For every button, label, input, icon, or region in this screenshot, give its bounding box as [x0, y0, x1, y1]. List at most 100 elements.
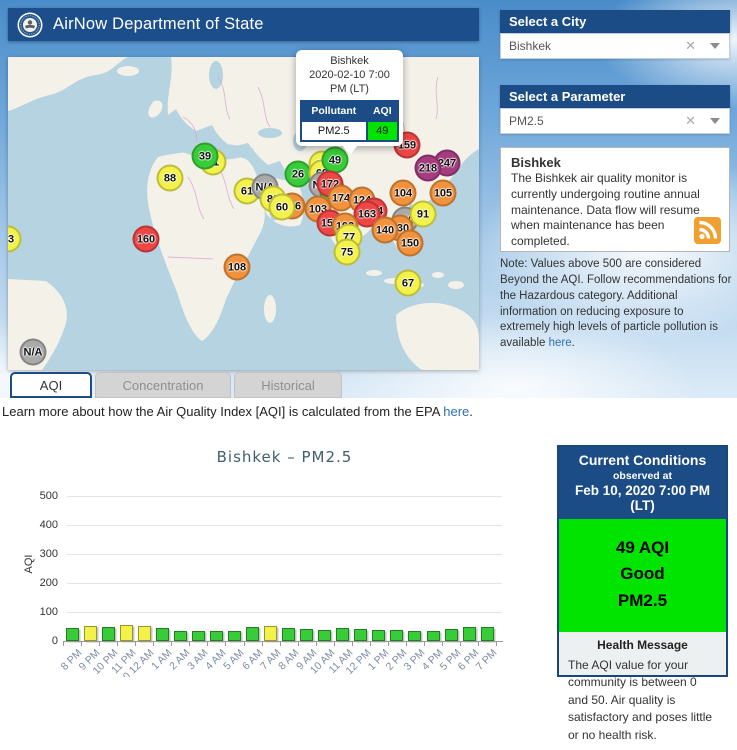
tab-historical[interactable]: Historical [234, 372, 342, 398]
map-marker-39[interactable]: 39 [192, 143, 219, 170]
learn-more-line: Learn more about how the Air Quality Ind… [2, 404, 473, 419]
chart-bar-8-pm[interactable] [66, 628, 79, 641]
map-marker-60[interactable]: 60 [269, 194, 296, 221]
map-marker-53[interactable]: 53 [8, 226, 22, 253]
cc-parameter: PM2.5 [559, 588, 726, 614]
map-marker-105[interactable]: 105 [430, 180, 457, 207]
city-info-box: Bishkek The Bishkek air quality monitor … [500, 147, 730, 252]
chart-bar-7-am[interactable] [264, 626, 277, 641]
state-department-seal-icon [17, 12, 43, 38]
world-map[interactable]: 51398853160N/A10861N/A106886026826949N/A… [8, 57, 479, 370]
note-suffix: . [572, 337, 575, 349]
popup-pollutant-value: PM2.5 [302, 122, 366, 140]
city-clear-icon[interactable]: ✕ [685, 38, 696, 54]
chart-x-tick-11 [262, 641, 263, 646]
note-text: Note: Values above 500 are considered Be… [500, 258, 731, 349]
chart-bar-4-pm[interactable] [427, 631, 440, 641]
select-parameter-header: Select a Parameter [500, 85, 730, 108]
parameter-clear-icon[interactable]: ✕ [685, 113, 696, 129]
popup-col-aqi: AQI [368, 102, 397, 120]
popup-table: Pollutant AQI PM2.5 49 [300, 100, 399, 142]
chart-bar-10-pm[interactable] [102, 627, 115, 641]
popup-datetime2: PM (LT) [300, 83, 399, 97]
parameter-caret-icon[interactable] [710, 118, 720, 124]
learn-more-text: Learn more about how the Air Quality Ind… [2, 404, 443, 419]
chart-bar-3-am[interactable] [192, 631, 205, 641]
chart-bar-4-am[interactable] [210, 631, 223, 641]
map-marker-218[interactable]: 218 [415, 155, 442, 182]
cc-aqi-block: 49 AQI Good PM2.5 [559, 519, 726, 632]
chart-x-tick-2 [99, 641, 100, 646]
map-marker-108[interactable]: 108 [224, 254, 251, 281]
chart-bar-5-pm[interactable] [445, 629, 458, 641]
chart-bar-7-pm[interactable] [481, 627, 494, 641]
city-select-value: Bishkek [509, 39, 685, 53]
popup-aqi-value: 49 [368, 122, 397, 140]
map-marker-160[interactable]: 160 [133, 226, 160, 253]
chart-x-tick-5 [153, 641, 154, 646]
map-marker-75[interactable]: 75 [334, 239, 361, 266]
chart-bar-5-am[interactable] [228, 631, 241, 641]
chart-bar-10-am[interactable] [318, 630, 331, 641]
rss-icon[interactable] [694, 217, 721, 244]
tab-aqi[interactable]: AQI [10, 372, 92, 398]
chart-bar-6-am[interactable] [246, 627, 259, 641]
chart-x-tick-16 [352, 641, 353, 646]
chart-x-tick-20 [424, 641, 425, 646]
app-header: AirNow Department of State [8, 8, 479, 41]
cc-category: Good [559, 561, 726, 587]
chart-x-tick-15 [334, 641, 335, 646]
chart-bar-3-pm[interactable] [408, 631, 421, 641]
chart-y-tick-0: 0 [14, 635, 58, 647]
chart-bar-8-am[interactable] [282, 628, 295, 641]
city-select[interactable]: Bishkek ✕ [500, 33, 730, 59]
chart-x-tick-22 [460, 641, 461, 646]
info-city-title: Bishkek [511, 155, 719, 170]
chart-bar-6-pm[interactable] [463, 627, 476, 641]
chart-x-tick-9 [225, 641, 226, 646]
chart-bar-11-pm[interactable] [120, 625, 133, 641]
map-marker-150[interactable]: 150 [397, 230, 424, 257]
aqi-bar-chart: Bishkek – PM2.5 AQI 01002003004005008 PM… [0, 430, 556, 677]
chart-bar-1-am[interactable] [156, 628, 169, 641]
learn-more-here-link[interactable]: here [443, 404, 469, 419]
tab-concentration[interactable]: Concentration [95, 372, 231, 398]
parameter-select-value: PM2.5 [509, 114, 685, 128]
chart-y-tick-100: 100 [14, 606, 58, 618]
chart-x-tick-21 [442, 641, 443, 646]
select-city-header: Select a City [500, 10, 730, 33]
chart-bar-11-am[interactable] [336, 628, 349, 641]
popup-pointer [342, 145, 358, 155]
city-caret-icon[interactable] [710, 43, 720, 49]
chart-bar-12-pm[interactable] [354, 629, 367, 641]
current-conditions-panel: Current Conditions observed at Feb 10, 2… [557, 445, 728, 677]
map-marker-91[interactable]: 91 [410, 201, 437, 228]
chart-bar-1-pm[interactable] [372, 630, 385, 641]
map-marker-140[interactable]: 140 [372, 217, 399, 244]
map-marker-104[interactable]: 104 [390, 180, 417, 207]
map-marker-26[interactable]: 26 [285, 161, 312, 188]
chart-bar-9-am[interactable] [300, 629, 313, 641]
parameter-select[interactable]: PM2.5 ✕ [500, 108, 730, 134]
map-marker-88[interactable]: 88 [157, 165, 184, 192]
chart-x-tick-17 [370, 641, 371, 646]
popup-col-pollutant: Pollutant [302, 102, 366, 120]
cc-observed-time: Feb 10, 2020 7:00 PM (LT) [561, 483, 724, 513]
chart-x-tick-8 [207, 641, 208, 646]
chart-y-tick-300: 300 [14, 548, 58, 560]
chart-y-tick-200: 200 [14, 577, 58, 589]
chart-gridline-400 [67, 525, 502, 526]
chart-bar-2-am[interactable] [174, 631, 187, 641]
beyond-aqi-note: Note: Values above 500 are considered Be… [500, 257, 733, 352]
chart-bar-9-pm[interactable] [84, 626, 97, 641]
chart-x-tick-12 [280, 641, 281, 646]
note-here-link[interactable]: here [549, 337, 572, 349]
chart-gridline-500 [67, 496, 502, 497]
map-marker-n-a[interactable]: N/A [20, 339, 47, 366]
map-marker-67[interactable]: 67 [395, 270, 422, 297]
current-conditions-header: Current Conditions observed at Feb 10, 2… [559, 447, 726, 519]
page-title: AirNow Department of State [53, 15, 264, 34]
chart-bar-2-pm[interactable] [390, 630, 403, 641]
chart-bar-2-10-12-am[interactable] [138, 626, 151, 641]
tab-bar: AQI Concentration Historical [10, 372, 342, 398]
